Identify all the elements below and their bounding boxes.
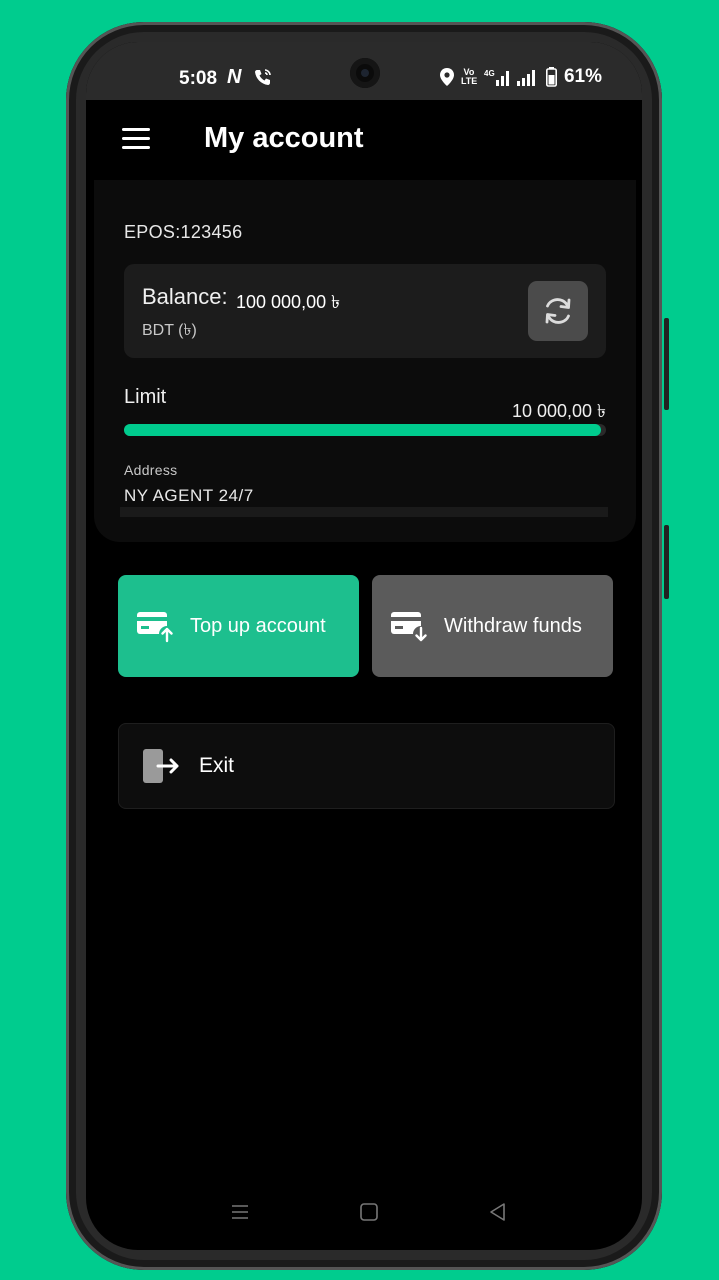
address-value: NY AGENT 24/7 [124, 486, 254, 505]
hamburger-menu-icon[interactable] [122, 128, 150, 150]
app-bar: My account [86, 100, 642, 180]
exit-button[interactable]: Exit [118, 723, 615, 809]
withdraw-funds-button[interactable]: Withdraw funds [372, 575, 613, 677]
back-icon[interactable] [488, 1202, 508, 1222]
balance-currency: BDT (৳) [142, 322, 197, 339]
notification-n-icon: N [227, 66, 242, 88]
location-icon [439, 68, 454, 86]
status-bar: 5:08 N Vo LTE 4G 61% [86, 42, 642, 100]
svg-text:4G: 4G [484, 69, 495, 78]
epos-id: EPOS:123456 [124, 222, 243, 242]
signal-icon [516, 70, 535, 86]
limit-label: Limit [124, 386, 167, 408]
battery-percent: 61% [563, 66, 602, 87]
card-upload-icon [137, 612, 175, 643]
system-nav-bar [86, 1192, 642, 1232]
volume-button [664, 318, 669, 410]
top-up-account-button[interactable]: Top up account [118, 575, 359, 677]
card-download-icon [391, 612, 429, 642]
status-time: 5:08 [179, 68, 218, 89]
balance-value: 100 000,00 ৳ [236, 292, 341, 312]
exit-label: Exit [199, 754, 235, 777]
address-divider [120, 507, 608, 517]
balance-label: Balance: [142, 284, 228, 309]
top-up-label: Top up account [190, 614, 326, 637]
home-icon[interactable] [359, 1202, 379, 1222]
front-camera [350, 58, 380, 88]
volte-icon: Vo LTE [460, 67, 478, 86]
status-icons: Vo LTE 4G 61% [439, 66, 602, 88]
withdraw-label: Withdraw funds [444, 614, 582, 637]
screen: 5:08 N Vo LTE 4G 61% My account EPOS:123… [86, 42, 642, 1250]
refresh-icon [545, 298, 571, 324]
address-label: Address [124, 462, 178, 478]
refresh-button[interactable] [528, 281, 588, 341]
limit-progress-fill [124, 424, 602, 436]
logout-icon [143, 749, 179, 783]
limit-progress-bar [124, 424, 606, 436]
balance-box: Balance: 100 000,00 ৳ BDT (৳) [124, 264, 606, 358]
signal-4g-icon: 4G [484, 69, 509, 86]
page-title: My account [204, 122, 364, 154]
power-button [664, 525, 669, 599]
battery-icon [545, 67, 557, 87]
wifi-call-icon [255, 69, 271, 85]
recent-apps-icon[interactable] [230, 1202, 250, 1222]
account-card: EPOS:123456 Balance: 100 000,00 ৳ BDT (৳… [94, 180, 636, 542]
